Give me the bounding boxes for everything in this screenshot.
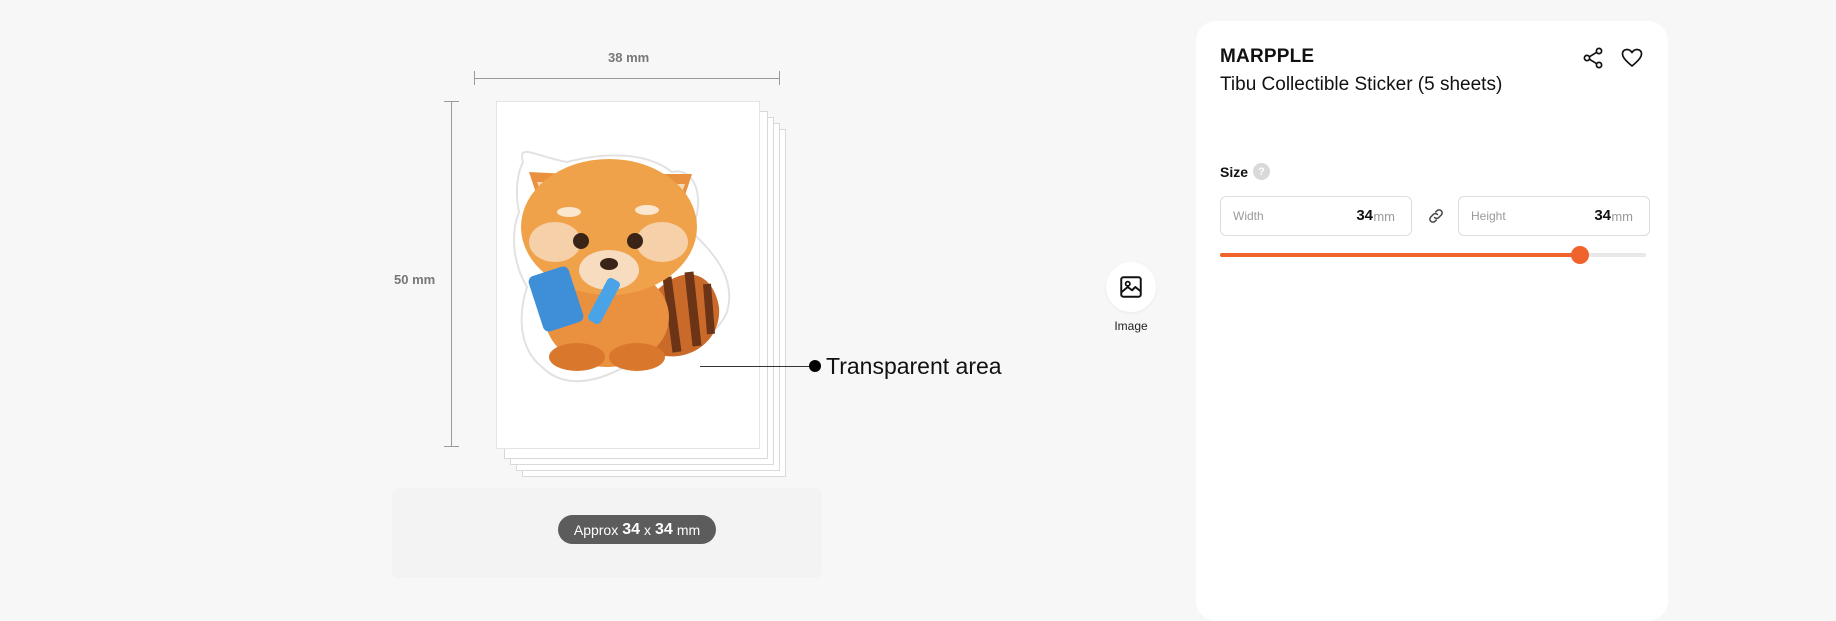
width-dimension-line	[474, 78, 779, 79]
callout-dot	[809, 360, 821, 372]
approx-width: 34	[622, 520, 641, 538]
height-dimension-line	[451, 101, 452, 447]
height-dimension-label: 50 mm	[394, 272, 436, 287]
brand-name: MARPPLE	[1220, 46, 1315, 67]
approx-prefix: Approx	[573, 521, 619, 538]
height-dimension-cap	[444, 101, 459, 102]
callout-line	[700, 366, 815, 367]
size-slider-fill	[1220, 253, 1580, 257]
red-panda-sticker-image	[513, 151, 731, 383]
link-icon	[1429, 209, 1443, 223]
image-icon	[1120, 276, 1142, 298]
share-icon	[1583, 47, 1603, 69]
approx-height: 34	[655, 520, 673, 538]
width-field-label: Width	[1233, 209, 1264, 223]
size-slider-thumb[interactable]	[1570, 246, 1589, 264]
sticker-preview: 38 mm 50 mm Transparent area Approx 34 x…	[0, 0, 1190, 604]
approx-times: x	[644, 521, 652, 538]
width-dimension-cap	[474, 71, 475, 85]
lock-aspect-button[interactable]	[1425, 205, 1447, 227]
image-tool-label: Image	[1114, 319, 1148, 333]
height-field-label: Height	[1471, 209, 1506, 223]
product-info-panel: MARPPLE Tibu Collectible Sticker (5 shee…	[1196, 21, 1668, 621]
image-tool-button[interactable]	[1106, 262, 1156, 312]
height-field[interactable]: Height 34 mm	[1458, 196, 1650, 236]
height-dimension-cap	[444, 446, 459, 447]
transparent-area-label: Transparent area	[826, 353, 1002, 379]
size-slider[interactable]	[1220, 246, 1646, 264]
height-value[interactable]: 34	[1594, 207, 1611, 224]
help-icon[interactable]: ?	[1253, 163, 1270, 180]
wishlist-button[interactable]	[1617, 43, 1647, 73]
width-unit: mm	[1373, 209, 1395, 224]
height-unit: mm	[1611, 209, 1633, 224]
width-field[interactable]: Width 34 mm	[1220, 196, 1412, 236]
product-title: Tibu Collectible Sticker (5 sheets)	[1220, 74, 1503, 95]
width-value[interactable]: 34	[1356, 207, 1373, 224]
approx-unit: mm	[676, 521, 701, 538]
transparent-area-callout: Transparent area	[700, 353, 1002, 381]
approx-size-badge: Approx 34 x 34 mm	[558, 515, 716, 544]
heart-icon	[1621, 48, 1643, 67]
width-dimension-label: 38 mm	[608, 50, 650, 65]
share-button[interactable]	[1578, 43, 1608, 73]
width-dimension-cap	[779, 71, 780, 85]
sticker-sheet	[496, 101, 760, 449]
size-section-label: Size	[1220, 164, 1249, 180]
